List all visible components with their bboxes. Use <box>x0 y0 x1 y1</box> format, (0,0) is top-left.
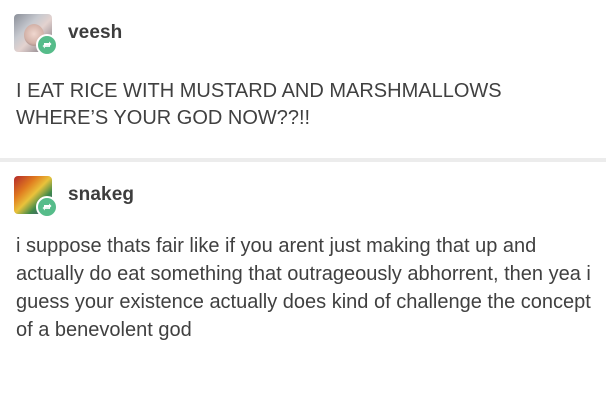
reblog-icon <box>36 34 58 56</box>
username[interactable]: veesh <box>68 22 122 44</box>
post-snakeg: snakeg i suppose thats fair like if you … <box>0 162 606 400</box>
reblog-arrows-icon <box>42 41 52 49</box>
post-veesh: veesh I EAT RICE WITH MUSTARD AND MARSHM… <box>0 0 606 158</box>
username[interactable]: snakeg <box>68 184 134 206</box>
reblog-arrows-icon <box>42 203 52 211</box>
post-body: I EAT RICE WITH MUSTARD AND MARSHMALLOWS… <box>16 80 502 129</box>
reblog-icon <box>36 196 58 218</box>
post-body: i suppose thats fair like if you arent j… <box>16 235 591 341</box>
